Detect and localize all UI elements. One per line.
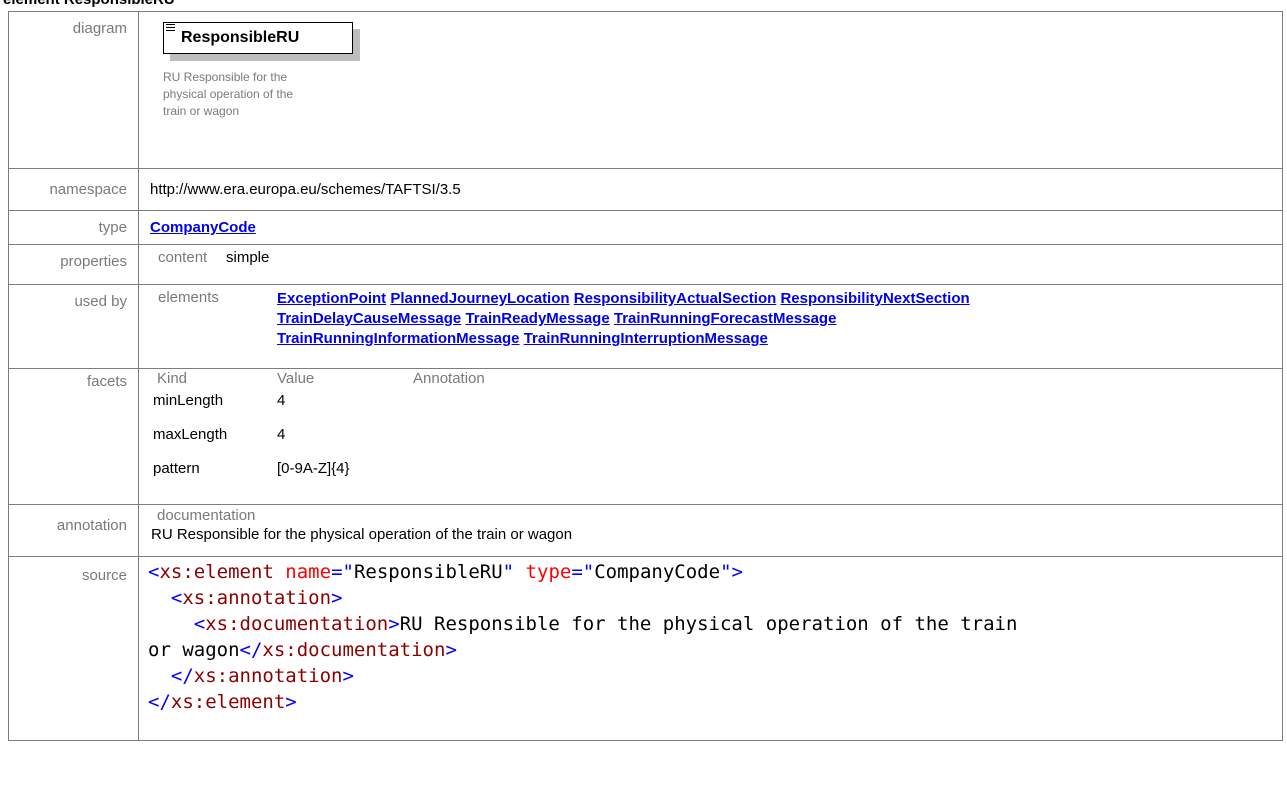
used-by-link[interactable]: ResponsibilityActualSection (574, 290, 777, 307)
label-facets: facets (8, 368, 139, 505)
facets-header-row: Kind Value Annotation (151, 370, 485, 390)
row-facets: facets Kind Value Annotation minLength 4… (8, 368, 1283, 505)
element-details-table: diagram ResponsibleRU RU Responsible for… (8, 11, 1283, 741)
properties-key: content (158, 249, 208, 266)
annotation-key: documentation (157, 507, 256, 524)
facet-value: 4 (277, 426, 286, 443)
properties-cell: content simple (138, 244, 1283, 285)
facets-cell: Kind Value Annotation minLength 4 maxLen… (138, 368, 1283, 505)
used-by-link[interactable]: ResponsibilityNextSection (780, 290, 969, 307)
row-properties: properties content simple (8, 244, 1283, 285)
diagram-doc-line: RU Responsible for the (163, 70, 288, 84)
diagram-documentation: RU Responsible for the physical operatio… (163, 69, 363, 120)
row-used-by: used by elements ExceptionPoint PlannedJ… (8, 284, 1283, 369)
used-by-link[interactable]: TrainRunningForecastMessage (614, 310, 837, 327)
annotation-cell: documentation RU Responsible for the phy… (138, 504, 1283, 557)
facets-header-kind: Kind (157, 370, 188, 387)
used-by-link[interactable]: TrainReadyMessage (465, 310, 609, 327)
source-cell: <xs:element name="ResponsibleRU" type="C… (138, 556, 1283, 741)
row-namespace: namespace http://www.era.europa.eu/schem… (8, 168, 1283, 211)
used-by-link[interactable]: TrainDelayCauseMessage (277, 310, 461, 327)
label-properties: properties (8, 244, 139, 285)
diagram-doc-line: physical operation of the (163, 87, 294, 101)
used-by-table: elements ExceptionPoint PlannedJourneyLo… (150, 289, 1257, 349)
diagram-doc-line: train or wagon (163, 104, 240, 118)
label-diagram: diagram (8, 11, 139, 169)
facet-row: pattern [0-9A-Z]{4} (151, 454, 485, 486)
diagram-element-name: ResponsibleRU (181, 29, 300, 46)
row-source: source <xs:element name="ResponsibleRU" … (8, 556, 1283, 741)
used-by-link[interactable]: TrainRunningInformationMessage (277, 330, 520, 347)
label-annotation: annotation (8, 504, 139, 557)
element-list-icon (166, 24, 175, 33)
diagram-cell: ResponsibleRU RU Responsible for the phy… (138, 11, 1283, 169)
used-by-link[interactable]: ExceptionPoint (277, 290, 386, 307)
facet-kind: pattern (153, 460, 200, 477)
used-by-cell: elements ExceptionPoint PlannedJourneyLo… (138, 284, 1283, 369)
row-annotation: annotation documentation RU Responsible … (8, 504, 1283, 557)
type-link[interactable]: CompanyCode (150, 219, 256, 236)
used-by-link[interactable]: TrainRunningInterruptionMessage (524, 330, 768, 347)
properties-table: content simple (150, 249, 269, 266)
label-source: source (8, 556, 139, 741)
properties-value: simple (226, 249, 270, 266)
row-diagram: diagram ResponsibleRU RU Responsible for… (8, 11, 1283, 169)
label-used-by: used by (8, 284, 139, 369)
facet-kind: maxLength (153, 426, 228, 443)
facets-header-annotation: Annotation (413, 370, 485, 387)
namespace-value: http://www.era.europa.eu/schemes/TAFTSI/… (138, 168, 1283, 211)
annotation-text: RU Responsible for the physical operatio… (151, 526, 573, 543)
facet-kind: minLength (153, 392, 224, 409)
facet-row: maxLength 4 (151, 422, 485, 454)
element-diagram-box[interactable]: ResponsibleRU (163, 22, 353, 54)
facets-header-value: Value (277, 370, 315, 387)
row-type: type CompanyCode (8, 210, 1283, 245)
label-type: type (8, 210, 139, 245)
facet-row: minLength 4 (151, 390, 485, 422)
xml-source-code: <xs:element name="ResponsibleRU" type="C… (148, 561, 1018, 713)
used-by-links: ExceptionPoint PlannedJourneyLocation Re… (277, 289, 1257, 349)
used-by-key: elements (158, 289, 219, 306)
facets-table: Kind Value Annotation minLength 4 maxLen… (151, 370, 485, 486)
type-cell: CompanyCode (138, 210, 1283, 245)
used-by-link[interactable]: PlannedJourneyLocation (390, 290, 569, 307)
label-namespace: namespace (8, 168, 139, 211)
facet-value: [0-9A-Z]{4} (277, 460, 350, 477)
page-heading: element ResponsibleRU (3, 0, 175, 8)
facet-value: 4 (277, 392, 286, 409)
